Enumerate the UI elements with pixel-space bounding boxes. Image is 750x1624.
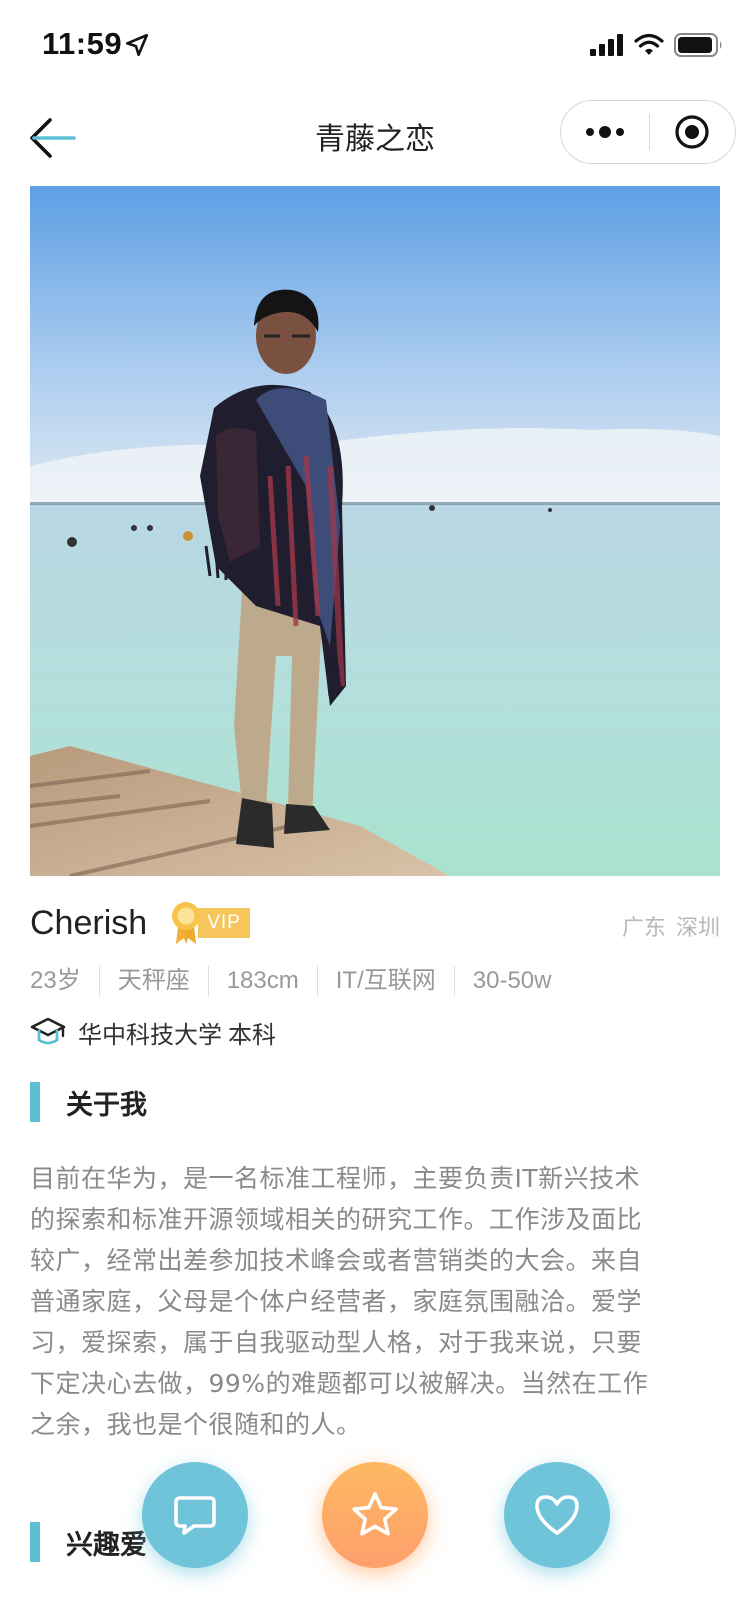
target-close-icon <box>675 115 709 149</box>
profile-location: 广东 深圳 <box>622 910 720 942</box>
vip-label: VIP <box>198 908 250 938</box>
profile-photo-image <box>30 186 720 876</box>
star-icon <box>352 1492 398 1536</box>
about-line: 较广，经常出差参加技术峰会或者营销类的大会。来自 <box>30 1246 643 1275</box>
medal-icon <box>172 902 200 944</box>
about-section-header: 关于我 <box>30 1080 147 1124</box>
interests-section-header: 兴趣爱 <box>30 1520 147 1564</box>
location-province: 广东 <box>621 916 666 941</box>
about-line: 目前在华为，是一名标准工程师，主要负责IT新兴技术 <box>30 1164 641 1193</box>
about-line: 习，爱探索，属于自我驱动型人格，对于我来说，只要 <box>30 1328 643 1357</box>
about-line: 下定决心去做，99%的难题都可以被解决。当然在工作 <box>30 1369 649 1398</box>
status-indicators <box>590 30 724 60</box>
tag-height: 183cm <box>207 966 317 996</box>
chat-bubble-icon <box>174 1496 216 1535</box>
profile-name: Cherish <box>30 904 148 942</box>
profile-education: 华中科技大学 本科 <box>30 1010 276 1054</box>
like-button[interactable] <box>504 1462 610 1568</box>
profile-name-row: Cherish VIP 广东 深圳 <box>30 900 720 960</box>
about-line: 之余，我也是个很随和的人。 <box>30 1410 362 1439</box>
more-dots-icon <box>585 126 624 138</box>
profile-photo[interactable] <box>30 186 720 876</box>
close-button[interactable] <box>650 101 736 163</box>
tag-income: 30-50w <box>453 966 570 996</box>
nav-bar: 青藤之恋 <box>0 92 750 184</box>
wifi-icon <box>634 33 664 55</box>
section-accent-bar <box>30 1522 40 1562</box>
about-line: 的探索和标准开源领域相关的研究工作。工作涉及面比 <box>30 1205 643 1234</box>
tag-age: 23岁 <box>30 967 81 994</box>
education-school: 华中科技大学 <box>78 1020 222 1049</box>
about-text: 目前在华为，是一名标准工程师，主要负责IT新兴技术 的探索和标准开源领域相关的研… <box>30 1158 720 1445</box>
vip-badge: VIP <box>170 900 254 946</box>
location-arrow-icon <box>125 33 149 57</box>
section-accent-bar <box>30 1082 40 1122</box>
status-time: 11:59 <box>42 26 123 61</box>
more-button[interactable] <box>561 101 649 163</box>
tag-industry: IT/互联网 <box>316 966 454 996</box>
about-title: 关于我 <box>66 1089 147 1121</box>
status-bar: 11:59 <box>0 0 750 92</box>
tag-zodiac: 天秤座 <box>98 966 208 996</box>
profile-tags: 23岁 天秤座 183cm IT/互联网 30-50w <box>30 966 569 996</box>
favorite-button[interactable] <box>322 1462 428 1568</box>
location-city: 深圳 <box>675 916 720 941</box>
graduation-cap-icon <box>30 1017 66 1045</box>
battery-icon <box>674 33 722 57</box>
about-line: 普通家庭，父母是个体户经营者，家庭氛围融洽。爱学 <box>30 1287 643 1316</box>
cellular-signal-icon <box>590 34 623 56</box>
heart-icon <box>535 1495 579 1535</box>
interests-title: 兴趣爱 <box>66 1529 147 1561</box>
chat-button[interactable] <box>142 1462 248 1568</box>
mini-program-capsule <box>560 100 736 164</box>
education-degree: 本科 <box>228 1020 276 1049</box>
